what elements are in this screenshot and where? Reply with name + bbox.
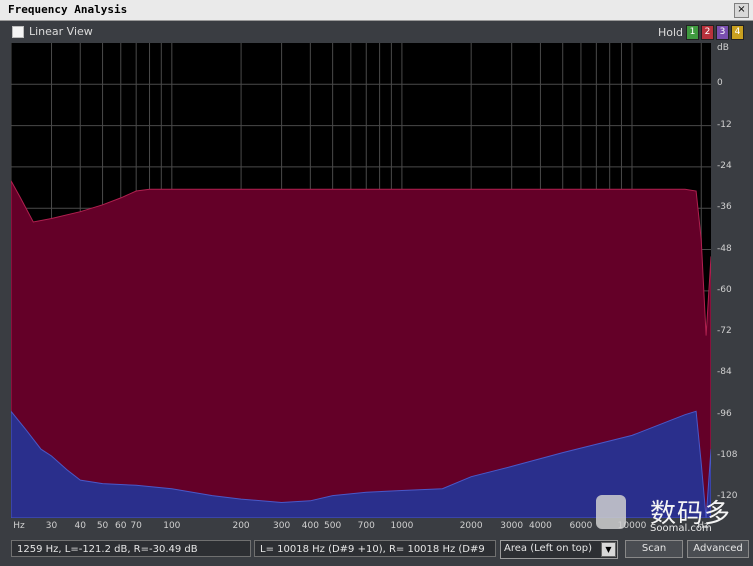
hold-button-4[interactable]: 4 [731,25,744,40]
x-tick-label: 70 [130,521,142,531]
x-tick-label: Hz [13,521,25,531]
x-tick-label: 4000 [528,521,552,531]
x-tick-label: 300 [273,521,291,531]
spectrum-svg [11,43,711,518]
y-tick-label: -48 [717,243,732,254]
y-tick-label: -12 [717,119,732,130]
x-tick-label: 400 [301,521,319,531]
chevron-down-icon[interactable]: ▼ [601,542,616,557]
cursor-readout: 1259 Hz, L=-121.2 dB, R=-30.49 dB [11,540,251,557]
window-title: Frequency Analysis [8,3,128,16]
watermark-logo: 数码多 Soomal.com [596,495,753,538]
watermark-icon [596,495,626,529]
advanced-button[interactable]: Advanced [687,540,749,558]
watermark-en-text: Soomal.com [650,523,712,534]
status-bar: 1259 Hz, L=-121.2 dB, R=-30.49 dB L= 100… [0,537,753,566]
x-tick-label: 3000 [500,521,524,531]
x-tick-label: 60 [115,521,127,531]
y-tick-label: -36 [717,202,732,213]
x-tick-label: 200 [232,521,250,531]
y-tick-label: -96 [717,408,732,419]
top-toolbar: Linear View Hold 1 2 3 4 [0,21,753,43]
y-tick-label: 0 [717,78,723,89]
linear-view-label[interactable]: Linear View [29,25,93,38]
x-tick-label: 2000 [459,521,483,531]
hold-button-2[interactable]: 2 [701,25,714,40]
linear-view-checkbox[interactable] [12,26,24,38]
x-tick-label: 1000 [390,521,414,531]
peak-readout: L= 10018 Hz (D#9 +10), R= 10018 Hz (D#9 [254,540,496,557]
hold-button-1[interactable]: 1 [686,25,699,40]
spectrum-series [11,180,711,518]
view-mode-dropdown[interactable]: Area (Left on top) ▼ [500,540,618,559]
y-tick-label: -72 [717,326,732,337]
x-tick-label: 40 [74,521,86,531]
x-tick-label: 30 [45,521,58,531]
x-tick-label: 6000 [569,521,593,531]
hold-button-3[interactable]: 3 [716,25,729,40]
x-tick-label: 100 [163,521,181,531]
y-tick-label: -60 [717,284,732,295]
y-tick-label: -108 [717,450,738,461]
x-tick-label: 700 [357,521,375,531]
spectrum-plot[interactable] [11,43,711,518]
y-axis-labels: dB 0 -12 -24 -36 -48 -60 -72 -84 -96 -108 -120 [713,43,753,518]
y-tick-label: -24 [717,160,732,171]
hold-label: Hold [658,26,684,39]
title-bar: Frequency Analysis × [0,0,753,21]
view-mode-value: Area (Left on top) [504,543,593,554]
y-tick-label: -84 [717,367,732,378]
y-unit-label: dB [717,43,729,53]
x-tick-label: 500 [324,521,342,531]
close-icon[interactable]: × [734,3,749,18]
scan-button[interactable]: Scan [625,540,683,558]
x-tick-label: 50 [96,521,109,531]
